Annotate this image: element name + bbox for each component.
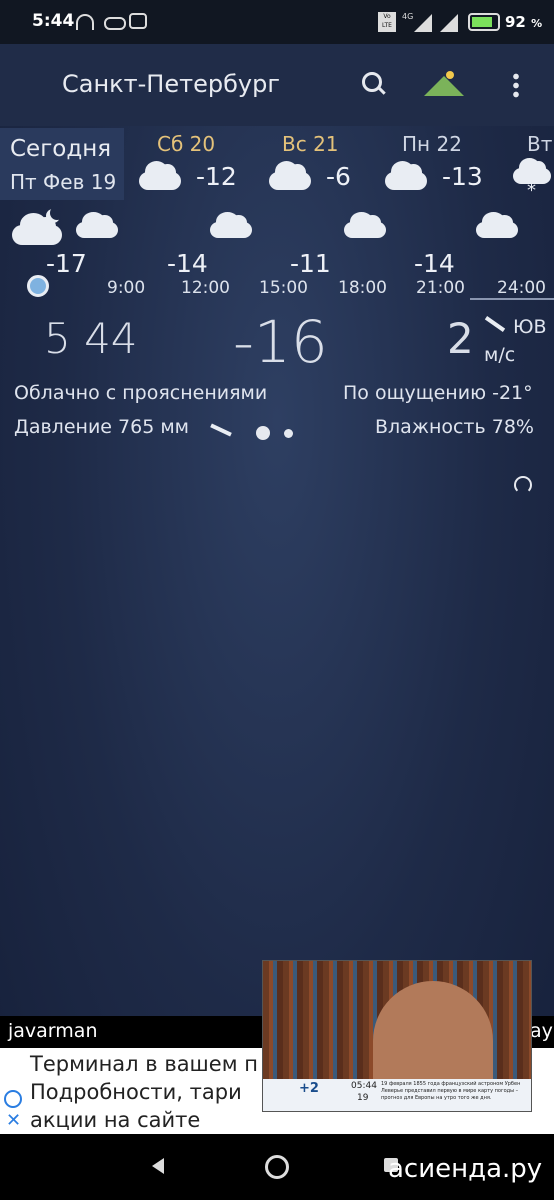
hour-label: 18:00 [338,278,387,298]
ad-info-icon[interactable] [4,1090,22,1108]
current-position-marker [27,275,49,297]
day-temp: -12 [196,162,237,191]
day-tab-sat[interactable]: Сб 20 -12 [132,128,246,200]
battery-icon [468,13,500,31]
radar-icon[interactable] [514,476,532,494]
hour-temp: -11 [290,249,331,278]
ad-line3: акции на сайте [30,1108,201,1132]
day-tab-mon[interactable]: Пн 22 -13 [378,128,496,200]
day-name: Вт [527,132,553,156]
ad-line1: Терминал в вашем п [30,1052,258,1076]
link-icon [104,17,126,30]
page-indicator [256,426,270,440]
today-label: Сегодня [10,136,112,162]
tv-video-overlay[interactable]: +2 05:44 19 19 февраля 1855 года француз… [262,960,532,1112]
more-options-icon[interactable] [513,72,519,98]
pressure-trend-icon [210,423,232,437]
tv-date: 19 [357,1093,369,1103]
tv-weather-bar: +2 05:44 19 19 февраля 1855 года француз… [263,1079,531,1111]
ad-author: javarman [8,1020,98,1042]
cloud-icon [139,161,181,190]
current-temp: -16 [233,308,328,376]
landscape-sun [446,71,454,79]
tab-today[interactable]: Сегодня Пт Фев 19 [0,128,124,200]
network-type: 4G [402,12,414,21]
search-icon-handle [377,86,386,95]
feels-like-text: По ощущению -21° [343,382,533,404]
volte-top: Vo [383,13,391,20]
condition-text: Облачно с прояснениями [14,382,268,404]
page-indicator [284,429,293,438]
tv-temp: +2 [299,1081,319,1096]
day-name: Сб 20 [157,132,216,156]
system-nav-bar: асиенда.ру [0,1134,554,1200]
hour-label: 12:00 [181,278,230,298]
current-time: 5 44 [44,314,138,363]
cloud-icon [269,161,311,190]
landscape-icon[interactable] [424,76,464,96]
hour-label: 15:00 [259,278,308,298]
tv-ticker: 19 февраля 1855 года французский астроно… [381,1081,521,1101]
snowflake-icon: * [527,180,536,201]
day-name: Пн 22 [402,132,462,156]
signal-icon-2 [440,14,458,32]
hour-label: 21:00 [416,278,465,298]
app-header: Санкт-Петербург [0,44,554,126]
hour-temp: -14 [414,249,455,278]
signal-icon [414,14,432,32]
wind-dir: ЮВ [513,316,547,338]
volte-badge: Vo LTE [378,12,396,32]
wind-arrow-icon [484,316,506,332]
watermark-text: асиенда.ру [388,1154,543,1184]
day-temp: -6 [326,162,351,191]
tv-time: 05:44 [351,1081,377,1091]
cloud-icon [476,212,518,238]
city-title[interactable]: Санкт-Петербург [62,70,280,98]
day-tab-sun[interactable]: Вс 21 -6 [262,128,376,200]
humidity-text: Влажность 78% [375,416,534,438]
cloud-icon [344,212,386,238]
hour-temp: -17 [46,249,87,278]
calendar-icon [129,13,147,29]
day-tab-tue[interactable]: Вт * [505,128,554,201]
cloud-icon [385,161,427,190]
ad-author-right: ay [530,1020,553,1042]
status-bar: 5:44 Vo LTE 4G 92 % [0,0,554,44]
volte-bottom: LTE [382,22,392,29]
night-cloud-icon [12,213,62,245]
hour-label: 24:00 [497,278,546,298]
cloud-icon [210,212,252,238]
back-icon[interactable] [152,1158,164,1174]
moon-icon [50,206,64,220]
wind-speed: 2 [447,314,474,363]
battery-percent: 92 % [505,13,543,31]
headphones-icon [76,14,94,30]
timeline-line [470,298,554,300]
home-icon[interactable] [265,1155,289,1179]
wind-unit: м/с [484,344,516,366]
ad-line2: Подробности, тари [30,1080,242,1104]
day-temp: -13 [442,162,483,191]
cloud-icon [76,212,118,238]
pressure-text: Давление 765 мм [14,416,189,438]
ad-close-icon[interactable]: ✕ [6,1110,21,1131]
hour-temp: -14 [167,249,208,278]
status-time: 5:44 [32,11,75,31]
day-name: Вс 21 [282,132,339,156]
today-date: Пт Фев 19 [10,170,117,194]
hour-label: 9:00 [107,278,146,298]
